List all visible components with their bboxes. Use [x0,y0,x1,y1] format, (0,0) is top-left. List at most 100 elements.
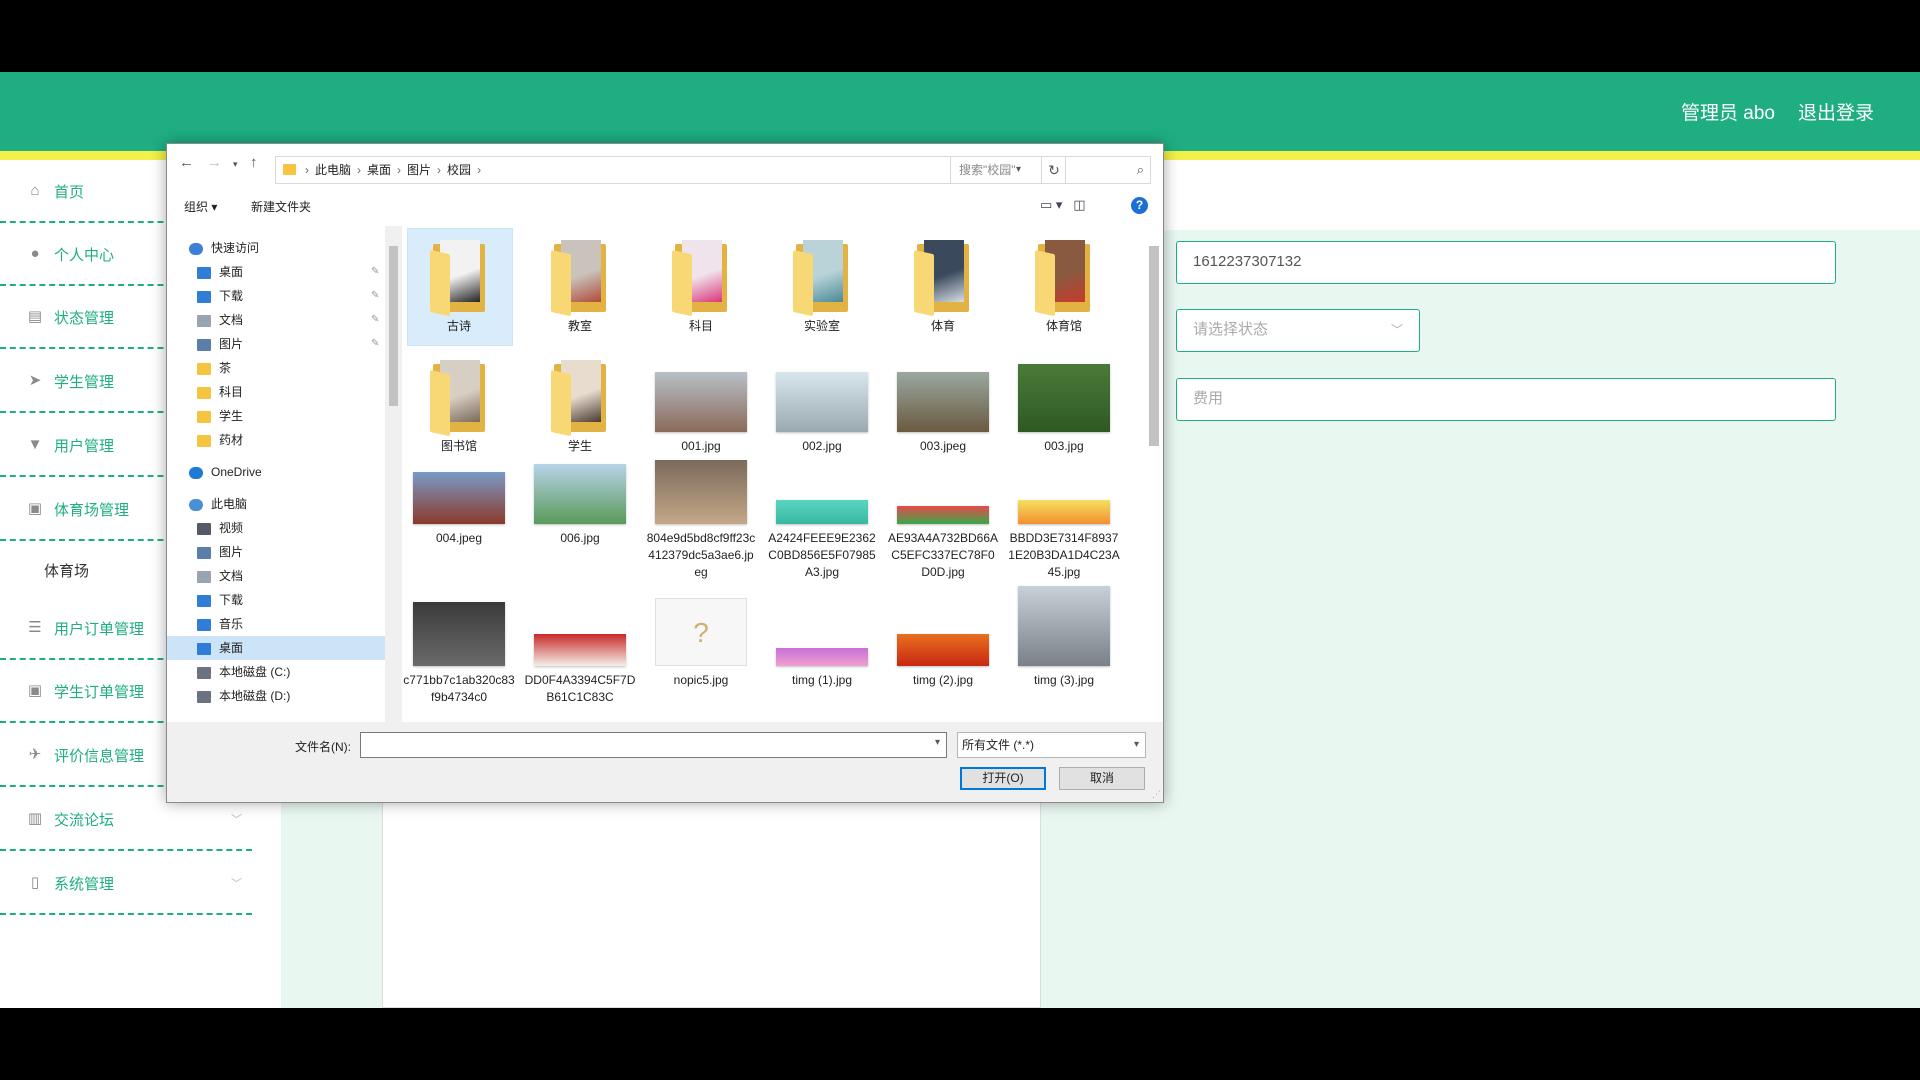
sidebar-item[interactable]: ▯ 系统管理 ﹀ [0,852,252,915]
nav-tree-item[interactable]: 文档 [167,564,385,588]
file-item[interactable]: 学生 [524,352,636,455]
nav-tree-item[interactable]: 下载 [167,588,385,612]
folder-icon [197,570,211,583]
scroll-thumb[interactable] [1149,246,1159,446]
search-input[interactable]: 搜索"校园" ⌕ [950,156,1151,184]
nav-tree-item[interactable]: 本地磁盘 (D:) [167,684,385,708]
file-item[interactable]: timg (1).jpg [766,586,878,689]
file-item[interactable]: timg (2).jpg [887,586,999,689]
breadcrumb-item[interactable]: 图片 [407,163,431,177]
cancel-button[interactable]: 取消 [1059,767,1145,790]
breadcrumb-item[interactable]: 此电脑 [315,163,351,177]
nav-tree-item[interactable]: 下载 [167,284,385,308]
folder-front [1035,250,1055,317]
image-thumbnail [413,472,505,524]
folder-front [430,370,450,437]
file-item[interactable]: DD0F4A3394C5F7DB61C1C83C [524,586,636,706]
content-header [1150,160,1894,212]
file-item[interactable]: 804e9d5bd8cf9ff23c412379dc5a3ae6.jpeg [645,444,757,581]
nav-tree-item[interactable]: 学生 [167,404,385,428]
filename-input[interactable]: ▾ [360,732,947,758]
nav-tree-label: 视频 [219,521,244,535]
nav-tree-item[interactable]: 文档 [167,308,385,332]
file-item[interactable]: AE93A4A732BD66AC5EFC337EC78F0D0D.jpg [887,444,999,581]
nav-scrollbar[interactable] [385,226,402,722]
file-item[interactable]: 体育 [887,232,999,335]
file-item[interactable]: ? nopic5.jpg [645,586,757,689]
folder-icon [430,240,488,317]
account-field[interactable]: 1612237307132 [1176,241,1836,284]
forward-arrow-icon[interactable]: → [207,154,222,171]
navigation-pane: 快速访问 桌面 ✎ 下载 ✎ 文档 ✎ 图片 ✎ 茶科目 学生 药材 OneDrive 此电脑 视频 图片 文档… [167,226,385,722]
help-icon[interactable]: ? [1131,197,1148,214]
breadcrumb-item[interactable]: 桌面 [367,163,391,177]
fee-field[interactable]: 费用 [1176,378,1836,421]
back-arrow-icon[interactable]: ← [179,154,194,171]
file-item[interactable]: 003.jpg [1008,352,1120,455]
file-item[interactable]: 实验室 [766,232,878,335]
nav-tree-item[interactable]: 视频 [167,516,385,540]
file-item[interactable]: BBDD3E7314F89371E20B3DA1D4C23A45.jpg [1008,444,1120,581]
recent-chevron-icon[interactable]: ▾ [233,159,238,170]
folder-icon [197,362,211,375]
file-item[interactable]: timg (3).jpg [1008,586,1120,689]
image-thumbnail [534,634,626,666]
scroll-thumb[interactable] [389,246,398,406]
file-item[interactable]: A2424FEEE9E2362C0BD856E5F07985A3.jpg [766,444,878,581]
new-folder-button[interactable]: 新建文件夹 [251,198,311,215]
menu-item-icon: ✈ [28,746,42,763]
image-thumbnail [655,372,747,432]
address-bar[interactable]: › 此电脑 › 桌面 › 图片 › 校园 › ▾ ↻ [275,156,1066,184]
breadcrumb-separator: › [477,163,482,177]
nav-tree-item[interactable]: 科目 [167,380,385,404]
file-item[interactable]: 006.jpg [524,444,636,547]
nav-tree-item[interactable]: 桌面 [167,636,385,660]
file-item[interactable]: 古诗 [403,228,515,346]
nav-tree-item[interactable]: 图片 [167,540,385,564]
chevron-down-icon: ﹀ [1390,323,1403,337]
nav-tree-item[interactable]: 本地磁盘 (C:) [167,660,385,684]
file-item[interactable]: c771bb7c1ab320c83f9b4734c0 [403,586,515,706]
folder-icon [551,360,609,437]
image-thumbnail [897,634,989,666]
resize-grip-icon[interactable]: ⋰ [1152,789,1161,800]
file-type-select[interactable]: 所有文件 (*.*) ▾ [957,732,1146,758]
up-arrow-icon[interactable]: ↑ [250,154,258,171]
editor-body[interactable] [383,784,1040,1007]
file-item[interactable]: 001.jpg [645,352,757,455]
folder-icon [197,410,211,423]
chevron-down-icon[interactable]: ▾ [935,737,940,748]
file-item[interactable]: 004.jpeg [403,444,515,547]
nav-tree-item[interactable]: 此电脑 [167,492,385,516]
nav-tree-label: 音乐 [219,617,244,631]
image-thumbnail [413,602,505,666]
image-thumbnail [1018,586,1110,666]
file-name: AE93A4A732BD66AC5EFC337EC78F0D0D.jpg [887,531,999,579]
status-select[interactable]: 请选择状态 ﹀ [1176,309,1420,352]
file-item[interactable]: 教室 [524,232,636,335]
file-item[interactable]: 体育馆 [1008,232,1120,335]
nav-tree-label: 图片 [219,545,244,559]
open-button[interactable]: 打开(O) [960,767,1046,790]
logout-link[interactable]: 退出登录 [1798,98,1874,125]
file-scrollbar[interactable] [1145,226,1163,722]
nav-tree-item[interactable]: 图片 [167,332,385,356]
file-item[interactable]: 003.jpeg [887,352,999,455]
menu-item-icon: ▼ [27,436,43,453]
chevron-down-icon: ﹀ [231,814,242,826]
organize-button[interactable]: 组织 ▾ [184,198,217,215]
file-item[interactable]: 科目 [645,232,757,335]
nav-tree-item[interactable]: 药材 [167,428,385,452]
file-item[interactable]: 002.jpg [766,352,878,455]
breadcrumb-item[interactable]: 校园 [447,163,471,177]
nav-tree-item[interactable]: 快速访问 [167,236,385,260]
nav-tree-item[interactable]: OneDrive [167,460,385,484]
image-thumbnail: ? [655,598,747,666]
nav-tree-item[interactable]: 音乐 [167,612,385,636]
nav-tree-item[interactable]: 桌面 [167,260,385,284]
file-item[interactable]: 图书馆 [403,352,515,455]
nav-tree-item[interactable]: 茶 [167,356,385,380]
view-options-icon[interactable]: ▭ ▾ ◫ [1040,197,1086,213]
screen: 管理员 abo 退出登录 ⌂ 首页 ● 个人中心 ▤ 状态管理 ➤ 学生管理 ▼ 用户管理 ▣ 体育场… [0,0,1920,1080]
image-thumbnail [776,372,868,432]
